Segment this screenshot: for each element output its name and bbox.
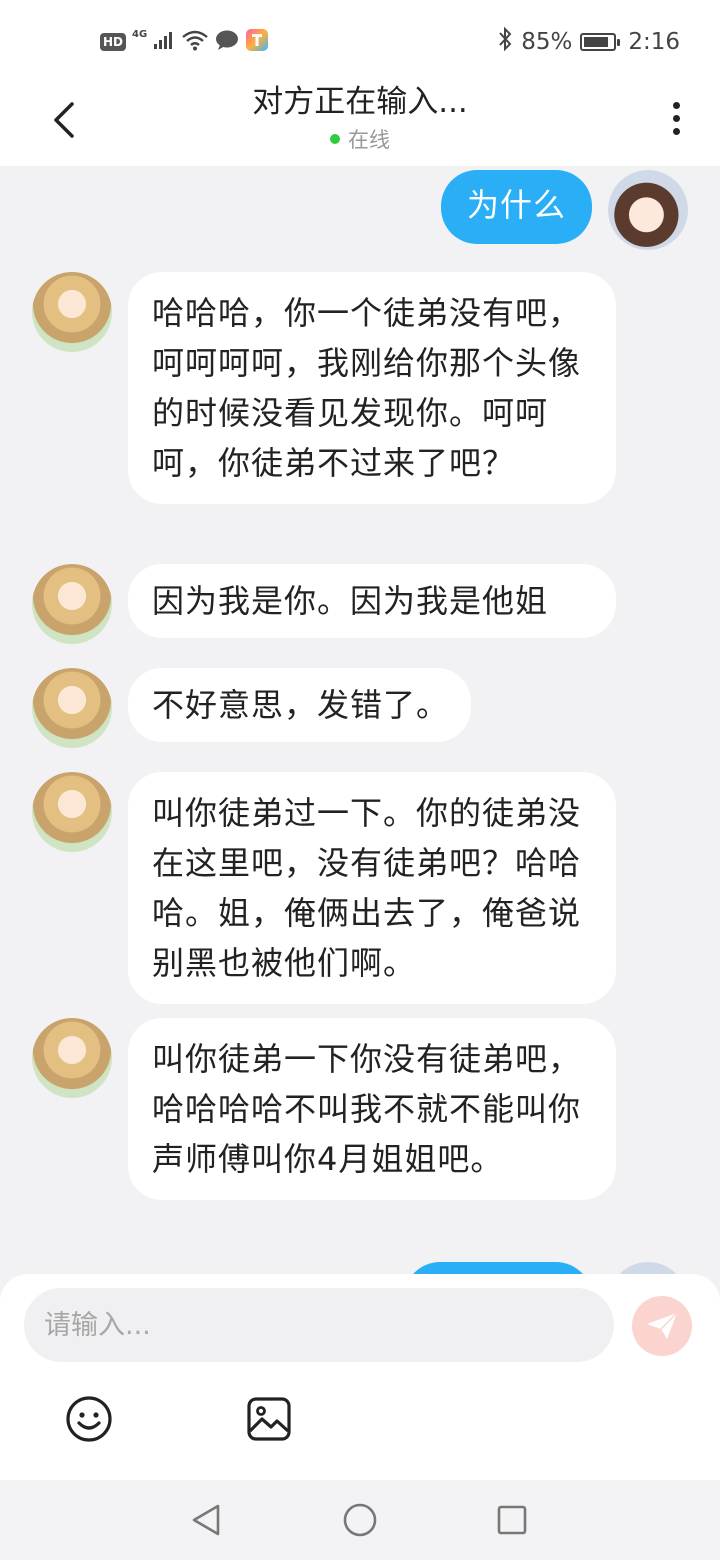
battery-icon [580,33,621,51]
message-input[interactable] [24,1288,614,1362]
more-dot [672,127,680,135]
online-status-label: 在线 [348,128,390,152]
hd-badge: HD [100,33,127,51]
network-type: 4G [132,28,148,40]
message-bubble-self[interactable] [404,1262,592,1274]
battery-percent: 85% [521,29,573,55]
contact-avatar[interactable] [32,668,112,748]
message-list[interactable]: 为什么 哈哈哈，你一个徒弟没有吧，呵呵呵呵，我刚给你那个头像的时候没看见发现你。… [0,166,720,1274]
nav-home-button[interactable] [340,1500,380,1540]
nav-recents-button[interactable] [492,1500,532,1540]
image-button[interactable] [244,1394,294,1444]
message-bubble-other[interactable]: 叫你徒弟一下你没有徒弟吧，哈哈哈哈不叫我不就不能叫你声师傅叫你4月姐姐吧。 [128,1018,616,1200]
more-vertical-icon [672,101,680,109]
online-dot-icon [330,134,340,144]
system-nav-bar [0,1480,720,1560]
chat-header: 对方正在输入... 在线 [0,84,720,166]
message-bubble-other[interactable]: 不好意思，发错了。 [128,668,472,742]
contact-avatar[interactable] [32,772,112,852]
more-dot [672,114,680,122]
emoji-icon [66,1396,112,1442]
status-icons-right: 85% 2:16 [497,26,680,58]
battery-fill [584,37,609,47]
status-bar: HD 4G 85% 2:16 [0,0,720,84]
message-bubble-other[interactable]: 哈哈哈，你一个徒弟没有吧，呵呵呵呵，我刚给你那个头像的时候没看见发现你。呵呵呵，… [128,272,616,504]
contact-avatar[interactable] [32,1018,112,1098]
send-icon [647,1312,678,1339]
message-bubble-other[interactable]: 叫你徒弟过一下。你的徒弟没在这里吧，没有徒弟吧？哈哈哈。姐，俺俩出去了，俺爸说别… [128,772,616,1004]
wifi-icon [181,29,209,55]
send-button[interactable] [632,1296,692,1356]
image-icon [247,1397,291,1441]
chat-title: 对方正在输入... [252,84,468,120]
self-avatar[interactable] [608,170,688,250]
input-panel [0,1274,720,1480]
clock: 2:16 [628,29,680,55]
bluetooth-icon [497,26,513,58]
nav-recents-icon [497,1505,527,1535]
more-options-button[interactable] [662,98,690,138]
self-avatar[interactable] [608,1262,688,1274]
nav-back-button[interactable] [186,1500,226,1540]
contact-avatar[interactable] [32,272,112,352]
message-bubble-other[interactable]: 因为我是你。因为我是他姐 [128,564,616,638]
app-notification-icon [245,28,269,56]
online-status: 在线 [0,124,720,154]
message-bubble-self[interactable]: 为什么 [440,170,592,244]
emoji-button[interactable] [64,1394,114,1444]
nav-home-icon [343,1503,377,1537]
contact-avatar[interactable] [32,564,112,644]
message-notification-icon [215,29,239,55]
status-icons-left: HD 4G [100,26,269,58]
nav-back-icon [192,1504,220,1536]
signal-icon [153,30,175,54]
